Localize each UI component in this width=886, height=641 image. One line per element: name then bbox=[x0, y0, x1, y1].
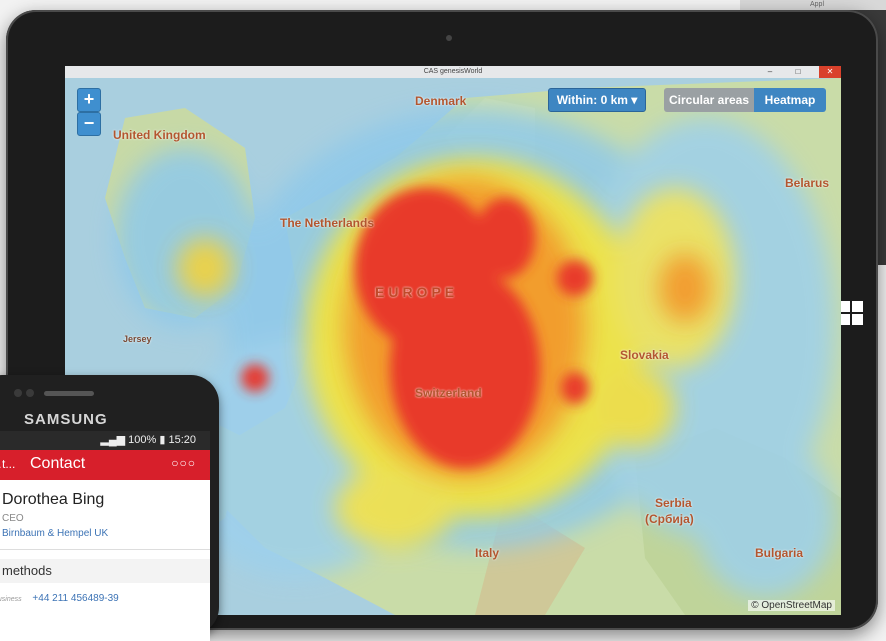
more-icon[interactable]: ○○○ bbox=[171, 456, 196, 470]
contact-methods-header: methods bbox=[0, 559, 210, 583]
map-label-netherlands: The Netherlands bbox=[280, 216, 375, 230]
background-window-titlebar: Appl bbox=[740, 0, 886, 10]
contact-company-link[interactable]: Birnbaum & Hempel UK bbox=[2, 528, 108, 539]
phone-number-label: business bbox=[0, 596, 22, 603]
phone-status-text: 100% ▮ 15:20 bbox=[128, 434, 196, 446]
maximize-button[interactable]: □ bbox=[787, 66, 809, 78]
phone-screen: ▂▄▆ 100% ▮ 15:20 …t... Contact ○○○ Dorot… bbox=[0, 431, 210, 641]
smartphone-device: SAMSUNG ▂▄▆ 100% ▮ 15:20 …t... Contact ○… bbox=[0, 375, 219, 641]
map-label-slovakia: Slovakia bbox=[620, 348, 669, 362]
map-label-italy: Italy bbox=[475, 546, 500, 560]
zoom-out-button[interactable]: − bbox=[77, 112, 101, 136]
circular-areas-toggle[interactable]: Circular areas bbox=[664, 88, 754, 112]
map-label-jersey: Jersey bbox=[123, 334, 152, 344]
map-label-bulgaria: Bulgaria bbox=[755, 546, 804, 560]
map-label-denmark: Denmark bbox=[415, 94, 467, 108]
window-title: CAS genesisWorld bbox=[423, 68, 483, 75]
back-button[interactable]: …t... bbox=[0, 457, 15, 471]
phone-app-title: Contact bbox=[30, 455, 86, 472]
close-button[interactable]: ✕ bbox=[819, 66, 841, 78]
phone-sensor bbox=[14, 389, 22, 397]
map-label-belarus: Belarus bbox=[785, 176, 830, 190]
phone-speaker bbox=[44, 391, 94, 396]
front-camera bbox=[446, 35, 452, 41]
heatmap-toggle[interactable]: Heatmap bbox=[754, 88, 826, 112]
map-attribution: © OpenStreetMap bbox=[748, 600, 835, 611]
phone-number[interactable]: +44 211 456489-39 bbox=[32, 593, 118, 604]
contact-name: Dorothea Bing bbox=[2, 491, 105, 508]
phone-app-bar: …t... Contact ○○○ bbox=[0, 450, 210, 480]
divider bbox=[0, 549, 210, 550]
map-label-europe: EUROPE bbox=[375, 284, 459, 300]
phone-brand-logo: SAMSUNG bbox=[24, 411, 108, 428]
contact-phone-row[interactable]: business +44 211 456489-39 bbox=[0, 593, 119, 604]
windows-logo-icon[interactable] bbox=[838, 300, 864, 326]
map-label-uk: United Kingdom bbox=[113, 128, 206, 142]
window-titlebar: CAS genesisWorld – □ ✕ bbox=[65, 66, 841, 78]
map-label-serbia: Serbia bbox=[655, 496, 692, 510]
phone-status-bar: ▂▄▆ 100% ▮ 15:20 bbox=[0, 431, 210, 450]
map-label-switzerland: Switzerland bbox=[415, 386, 482, 400]
phone-sensor bbox=[26, 389, 34, 397]
minimize-button[interactable]: – bbox=[759, 66, 781, 78]
map-label-serbia-cyrillic: (Србија) bbox=[645, 512, 694, 526]
within-radius-dropdown[interactable]: Within: 0 km ▾ bbox=[548, 88, 646, 112]
contact-role: CEO bbox=[2, 513, 24, 524]
zoom-in-button[interactable]: + bbox=[77, 88, 101, 112]
signal-icon: ▂▄▆ bbox=[100, 434, 126, 446]
